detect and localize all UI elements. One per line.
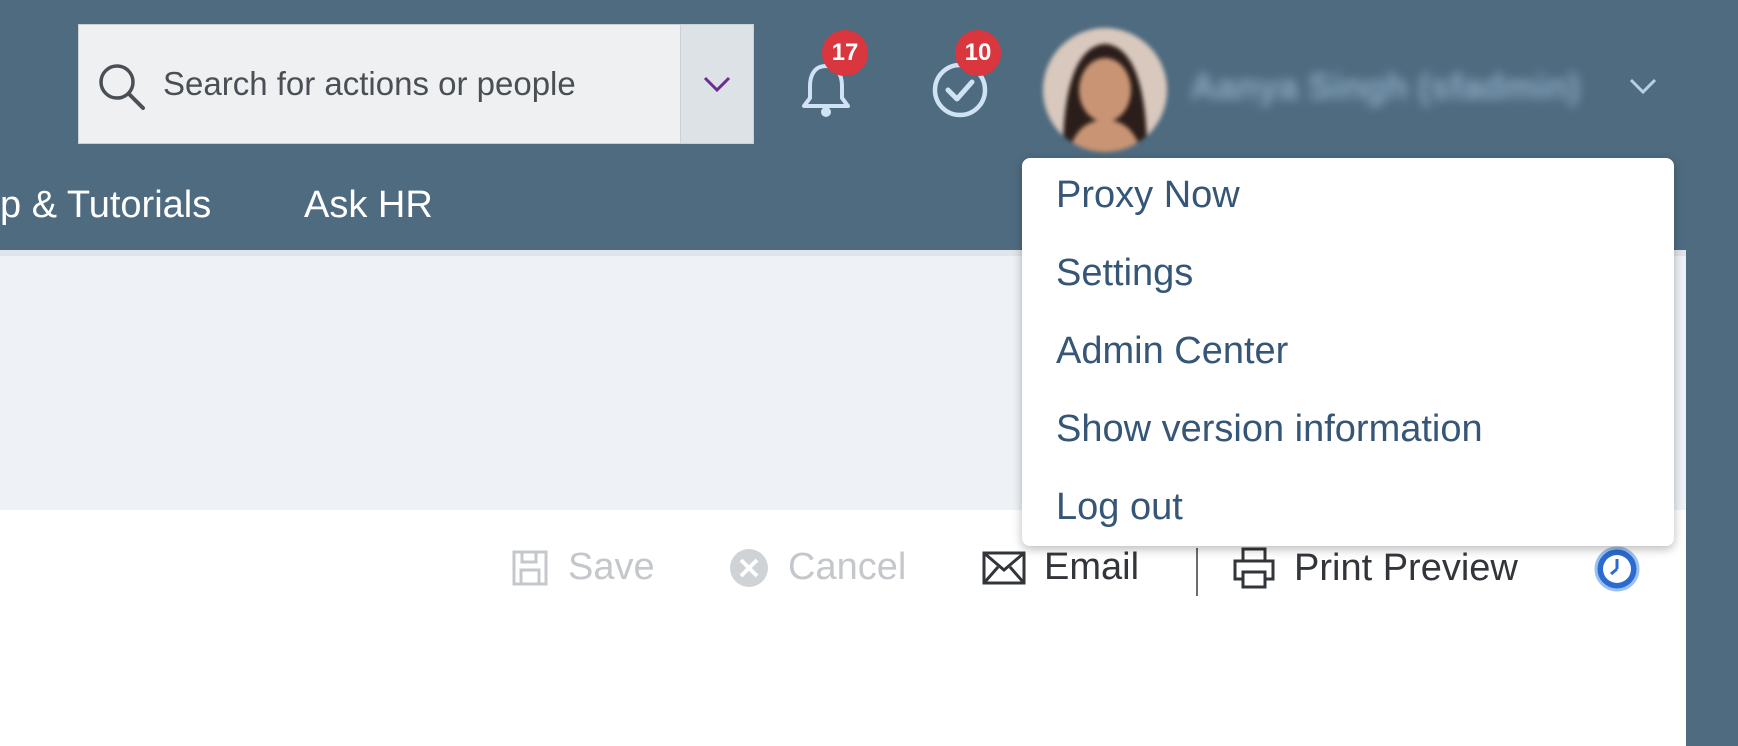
nav-item-help-tutorials[interactable]: p & Tutorials bbox=[0, 184, 211, 227]
avatar-image bbox=[1043, 28, 1167, 152]
toolbar-divider bbox=[1196, 548, 1198, 596]
cancel-icon bbox=[730, 548, 768, 587]
email-button[interactable]: Email bbox=[982, 546, 1139, 589]
search-field[interactable] bbox=[78, 24, 754, 144]
menu-item-settings[interactable]: Settings bbox=[1056, 252, 1193, 295]
print-preview-button[interactable]: Print Preview bbox=[1232, 546, 1518, 590]
todo-badge: 10 bbox=[955, 30, 1001, 76]
save-button[interactable]: Save bbox=[510, 546, 655, 589]
cancel-button[interactable]: Cancel bbox=[728, 546, 906, 589]
printer-icon bbox=[1233, 547, 1275, 589]
chevron-down-icon[interactable] bbox=[1628, 76, 1658, 96]
shell-right-edge bbox=[1686, 250, 1738, 746]
user-menu: Proxy Now Settings Admin Center Show ver… bbox=[1022, 158, 1674, 546]
cancel-label: Cancel bbox=[788, 546, 907, 588]
print-preview-label: Print Preview bbox=[1294, 546, 1518, 589]
avatar[interactable] bbox=[1043, 28, 1167, 152]
clock-icon[interactable] bbox=[1594, 546, 1640, 592]
user-name[interactable]: Aanya Singh (sfadmin) bbox=[1190, 66, 1580, 108]
email-label: Email bbox=[1044, 546, 1140, 588]
save-label: Save bbox=[568, 546, 655, 588]
envelope-icon bbox=[982, 551, 1026, 584]
nav-item-ask-hr[interactable]: Ask HR bbox=[304, 184, 433, 227]
search-input[interactable] bbox=[163, 25, 753, 143]
search-icon bbox=[99, 64, 145, 110]
search-scope-dropdown[interactable] bbox=[680, 24, 754, 144]
notifications-badge: 17 bbox=[822, 30, 868, 76]
save-icon bbox=[512, 550, 548, 585]
menu-item-proxy-now[interactable]: Proxy Now bbox=[1056, 174, 1240, 217]
menu-item-admin-center[interactable]: Admin Center bbox=[1056, 330, 1288, 373]
menu-item-log-out[interactable]: Log out bbox=[1056, 486, 1183, 529]
menu-item-show-version-information[interactable]: Show version information bbox=[1056, 408, 1483, 451]
chevron-down-icon bbox=[703, 76, 731, 93]
